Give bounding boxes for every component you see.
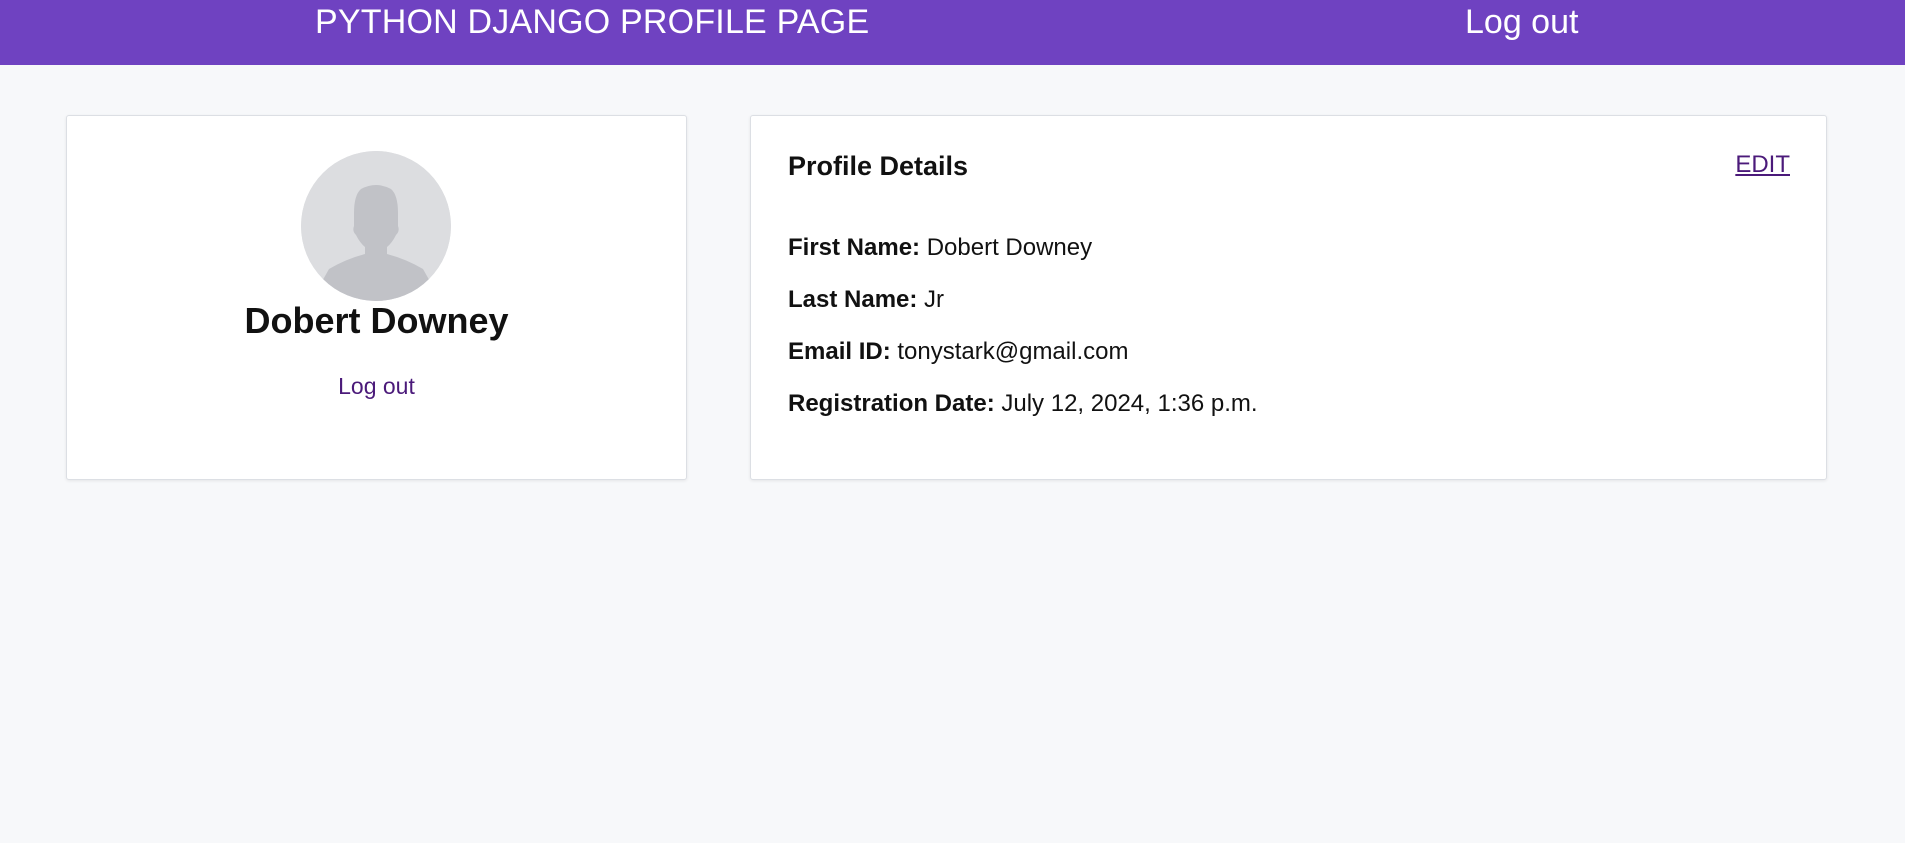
detail-label: Registration Date: [788, 390, 1002, 417]
detail-label: Last Name: [788, 286, 925, 313]
top-navbar: PYTHON DJANGO PROFILE PAGE Log out [0, 0, 1905, 65]
card-logout-link[interactable]: Log out [67, 373, 686, 400]
detail-row-registration-date: Registration Date: July 12, 2024, 1:36 p… [788, 390, 1258, 418]
detail-row-last-name: Last Name: Jr [788, 286, 944, 314]
detail-value: Jr [924, 286, 945, 313]
detail-value: tonystark@gmail.com [897, 338, 1129, 365]
detail-label: Email ID: [788, 338, 898, 365]
detail-label: First Name: [788, 234, 927, 261]
detail-row-email: Email ID: tonystark@gmail.com [788, 338, 1128, 366]
detail-value: July 12, 2024, 1:36 p.m. [1001, 390, 1258, 417]
profile-details-heading: Profile Details [788, 151, 969, 181]
detail-row-first-name: First Name: Dobert Downey [788, 234, 1092, 262]
detail-value: Dobert Downey [926, 234, 1093, 261]
edit-profile-link[interactable]: EDIT [1735, 151, 1790, 179]
profile-name: Dobert Downey [244, 300, 509, 341]
user-silhouette-icon [301, 151, 451, 301]
profile-summary-card: Dobert Downey Log out [66, 115, 687, 480]
navbar-logout-link[interactable]: Log out [1465, 3, 1578, 42]
site-title: PYTHON DJANGO PROFILE PAGE [315, 3, 870, 41]
profile-details-card: Profile Details EDIT First Name: Dobert … [750, 115, 1827, 480]
